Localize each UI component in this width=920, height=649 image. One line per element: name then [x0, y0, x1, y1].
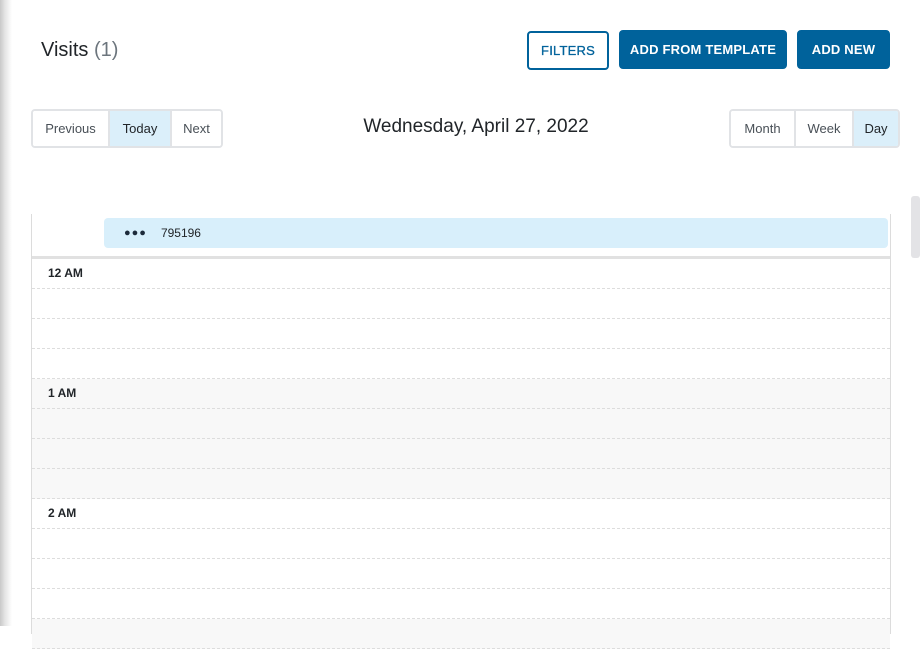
- all-day-row: ●●● 795196: [32, 214, 890, 259]
- date-navigation: Previous Today Next: [31, 109, 223, 148]
- today-button[interactable]: Today: [110, 111, 172, 146]
- add-new-button[interactable]: ADD NEW: [797, 30, 890, 69]
- view-day-button[interactable]: Day: [854, 111, 898, 146]
- time-slot[interactable]: [32, 439, 890, 469]
- view-month-button[interactable]: Month: [731, 111, 796, 146]
- time-slot[interactable]: [32, 319, 890, 349]
- page-title-text: Visits: [41, 39, 89, 61]
- hour-block: 12 AM: [32, 259, 890, 379]
- event-label: 795196: [160, 226, 201, 240]
- more-horizontal-icon[interactable]: ●●●: [124, 227, 147, 239]
- hour-label: 1 AM: [48, 386, 77, 400]
- previous-button[interactable]: Previous: [33, 111, 110, 146]
- page-title: Visits (1): [41, 36, 118, 66]
- scrollbar-thumb[interactable]: [911, 196, 920, 258]
- hour-block: 1 AM: [32, 379, 890, 499]
- day-calendar: ●●● 795196 12 AM 1 AM 2 AM: [31, 214, 891, 649]
- view-week-button[interactable]: Week: [796, 111, 854, 146]
- hour-label: 2 AM: [48, 506, 77, 520]
- visit-count: (1): [93, 39, 119, 61]
- current-date-title: Wednesday, April 27, 2022: [363, 116, 589, 137]
- hour-label: 12 AM: [48, 266, 83, 280]
- time-slot[interactable]: [32, 559, 890, 589]
- sidebar-edge-shadow: [0, 0, 12, 626]
- add-from-template-button[interactable]: ADD FROM TEMPLATE: [619, 30, 787, 69]
- time-slot[interactable]: [32, 529, 890, 559]
- view-switcher: Month Week Day: [729, 109, 900, 148]
- hour-block: [32, 619, 890, 649]
- time-slot[interactable]: [32, 469, 890, 499]
- time-slot[interactable]: [32, 409, 890, 439]
- filters-button[interactable]: FILTERS: [527, 31, 609, 70]
- hour-block: 2 AM: [32, 499, 890, 619]
- time-slot[interactable]: [32, 619, 890, 649]
- time-slot[interactable]: 12 AM: [32, 259, 890, 289]
- time-slot[interactable]: 1 AM: [32, 379, 890, 409]
- time-slot[interactable]: 2 AM: [32, 499, 890, 529]
- time-slot[interactable]: [32, 349, 890, 379]
- event-chip[interactable]: ●●● 795196: [104, 218, 888, 248]
- time-slot[interactable]: [32, 289, 890, 319]
- next-button[interactable]: Next: [172, 111, 221, 146]
- time-slot[interactable]: [32, 589, 890, 619]
